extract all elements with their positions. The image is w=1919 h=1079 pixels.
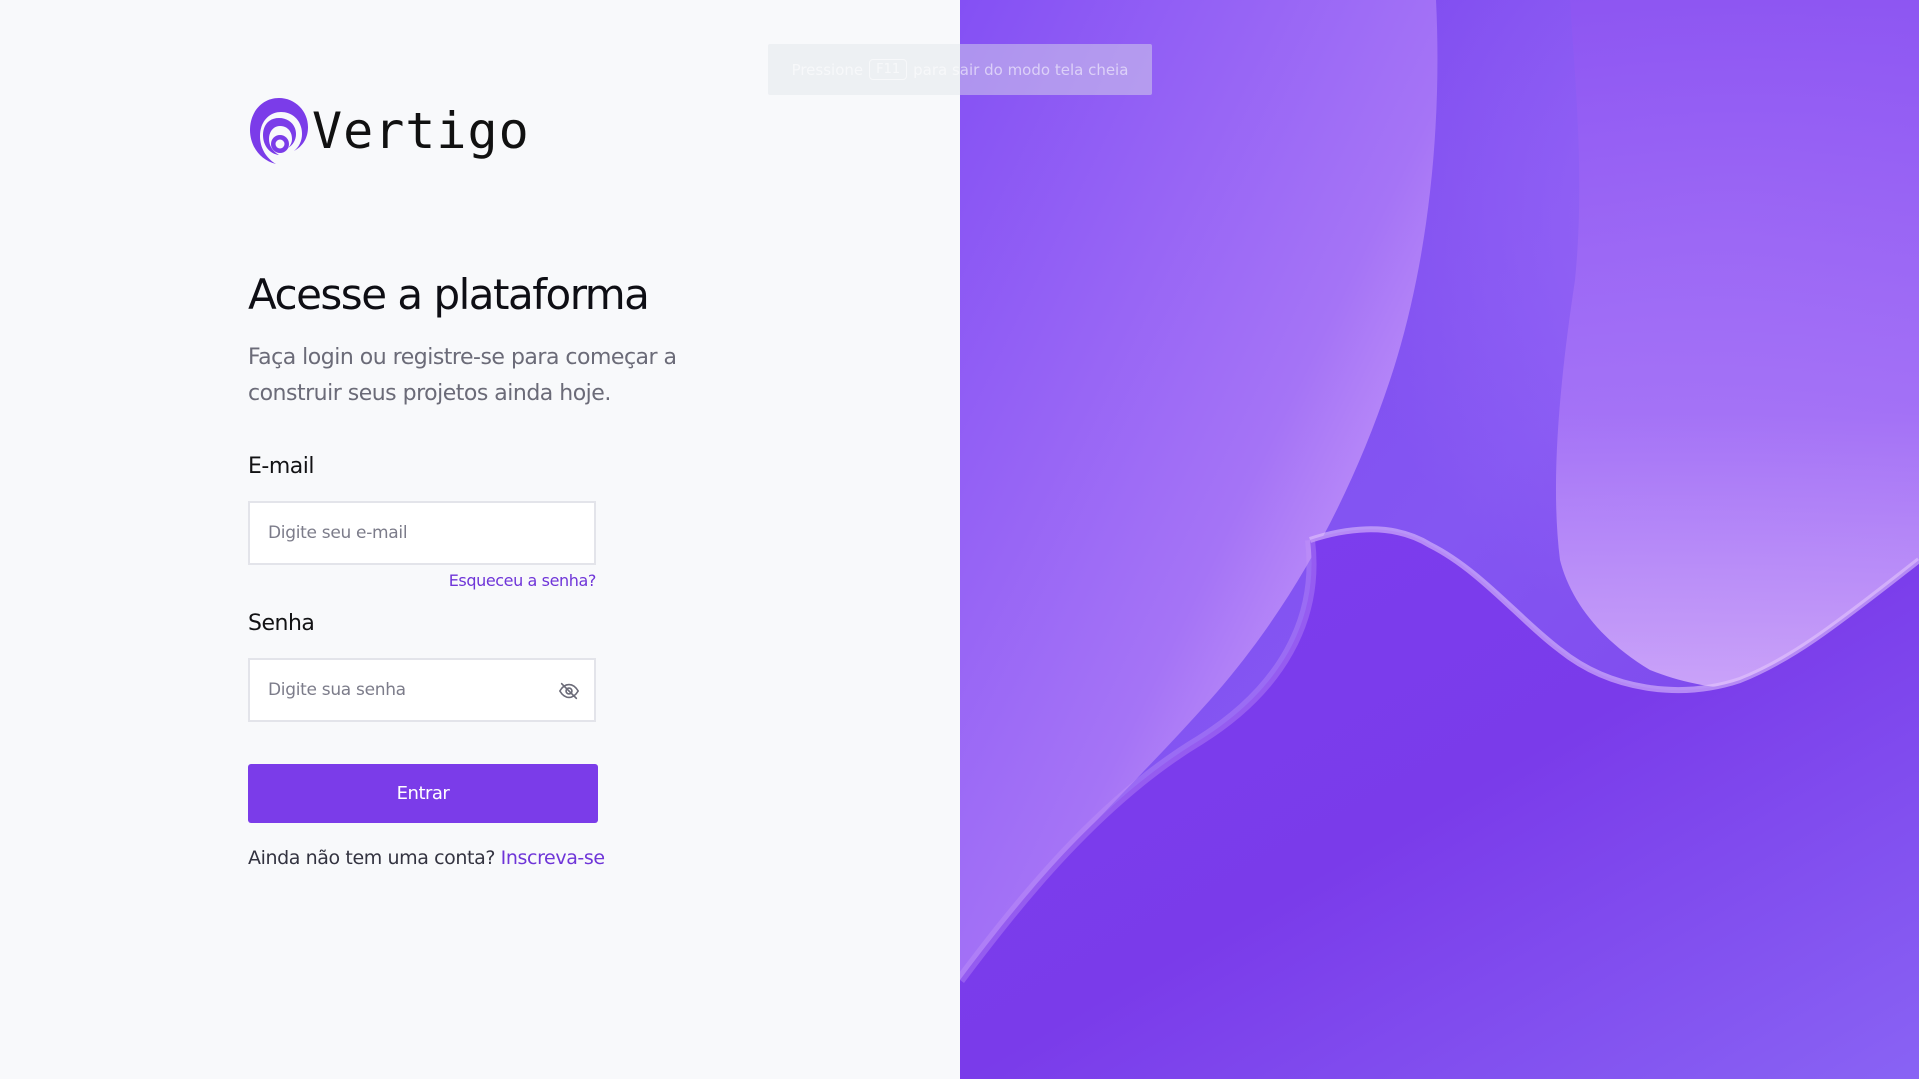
password-input[interactable]	[250, 660, 558, 720]
signup-link[interactable]: Inscreva-se	[501, 847, 605, 869]
login-button[interactable]: Entrar	[248, 764, 598, 823]
vertigo-logo-icon	[250, 98, 308, 164]
fullscreen-notice-key: F11	[869, 59, 908, 80]
login-panel: Vertigo Acesse a plataforma Faça login o…	[0, 0, 960, 1079]
fullscreen-notice-suffix: para sair do modo tela cheia	[913, 60, 1129, 79]
email-field-container	[248, 501, 596, 565]
fullscreen-notice-prefix: Pressione	[791, 60, 864, 79]
fullscreen-notice: Pressione F11 para sair do modo tela che…	[768, 44, 1152, 95]
login-page: Vertigo Acesse a plataforma Faça login o…	[0, 0, 1919, 1079]
page-subtitle: Faça login ou registre-se para começar a…	[248, 345, 677, 406]
eye-off-icon[interactable]	[558, 680, 580, 702]
signup-prompt-text: Ainda não tem uma conta?	[248, 847, 496, 869]
page-title: Acesse a plataforma	[248, 270, 650, 319]
forgot-password-link[interactable]: Esqueceu a senha?	[420, 571, 597, 590]
brand-logo: Vertigo	[248, 94, 530, 168]
abstract-wave-illustration	[960, 0, 1919, 1079]
email-label: E-mail	[248, 454, 314, 479]
brand-name: Vertigo	[312, 102, 530, 160]
email-input[interactable]	[250, 503, 558, 563]
password-label: Senha	[248, 611, 315, 636]
signup-prompt: Ainda não tem uma conta? Inscreva-se	[248, 847, 605, 869]
decorative-background	[960, 0, 1919, 1079]
password-field-container	[248, 658, 596, 722]
